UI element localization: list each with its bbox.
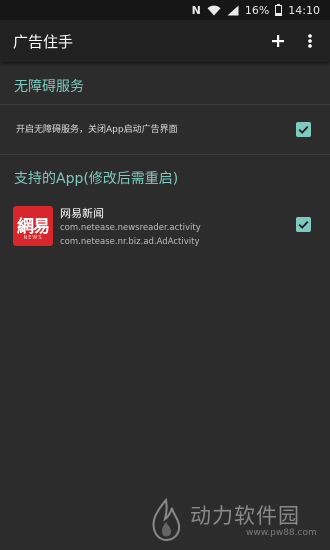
add-button[interactable] (266, 29, 290, 53)
check-icon (298, 220, 309, 229)
section-header-supported-apps: 支持的App(修改后需重启) (14, 171, 179, 187)
watermark: 动力软件园 www.pw88.com (146, 496, 330, 546)
netease-logo-sub: NEWS (23, 235, 43, 241)
section-header-accessibility: 无障碍服务 (14, 79, 84, 95)
accessibility-service-row[interactable]: 开启无障碍服务，关闭App启动广告界面 (0, 110, 330, 148)
clock: 14:10 (288, 3, 320, 17)
nfc-icon: N (191, 3, 201, 17)
app-bar: 广告住手 (0, 20, 330, 62)
watermark-url: www.pw88.com (246, 528, 317, 538)
wifi-icon (207, 5, 221, 16)
app-name: 网易新闻 (60, 207, 104, 220)
app-enabled-checkbox[interactable] (296, 217, 311, 232)
battery-percent: 16% (244, 3, 270, 17)
status-bar: N 16% 14:10 (0, 0, 330, 20)
accessibility-service-checkbox[interactable] (296, 122, 311, 137)
check-icon (298, 125, 309, 134)
flame-logo-icon (152, 498, 181, 542)
accessibility-service-label: 开启无障碍服务，关闭App启动广告界面 (16, 125, 178, 135)
app-list-item[interactable]: 網易 NEWS 网易新闻 com.netease.newsreader.acti… (0, 200, 330, 252)
signal-icon (227, 5, 239, 16)
netease-logo-text: 網易 (17, 217, 50, 237)
netease-news-app-icon: 網易 NEWS (13, 206, 53, 246)
more-options-button[interactable] (300, 29, 320, 53)
divider (0, 104, 330, 105)
more-vert-icon (308, 34, 312, 48)
battery-icon (275, 4, 283, 16)
app-title: 广告住手 (13, 33, 74, 51)
app-activity-main: com.netease.newsreader.activity (60, 223, 201, 233)
plus-icon (272, 35, 284, 47)
divider (0, 154, 330, 155)
watermark-text: 动力软件园 (190, 504, 300, 528)
screen: N 16% 14:10 广告住手 无障碍服务 开启无障碍服务，关闭App启动广告… (0, 0, 330, 550)
app-activity-ad: com.netease.nr.biz.ad.AdActivity (60, 237, 200, 247)
